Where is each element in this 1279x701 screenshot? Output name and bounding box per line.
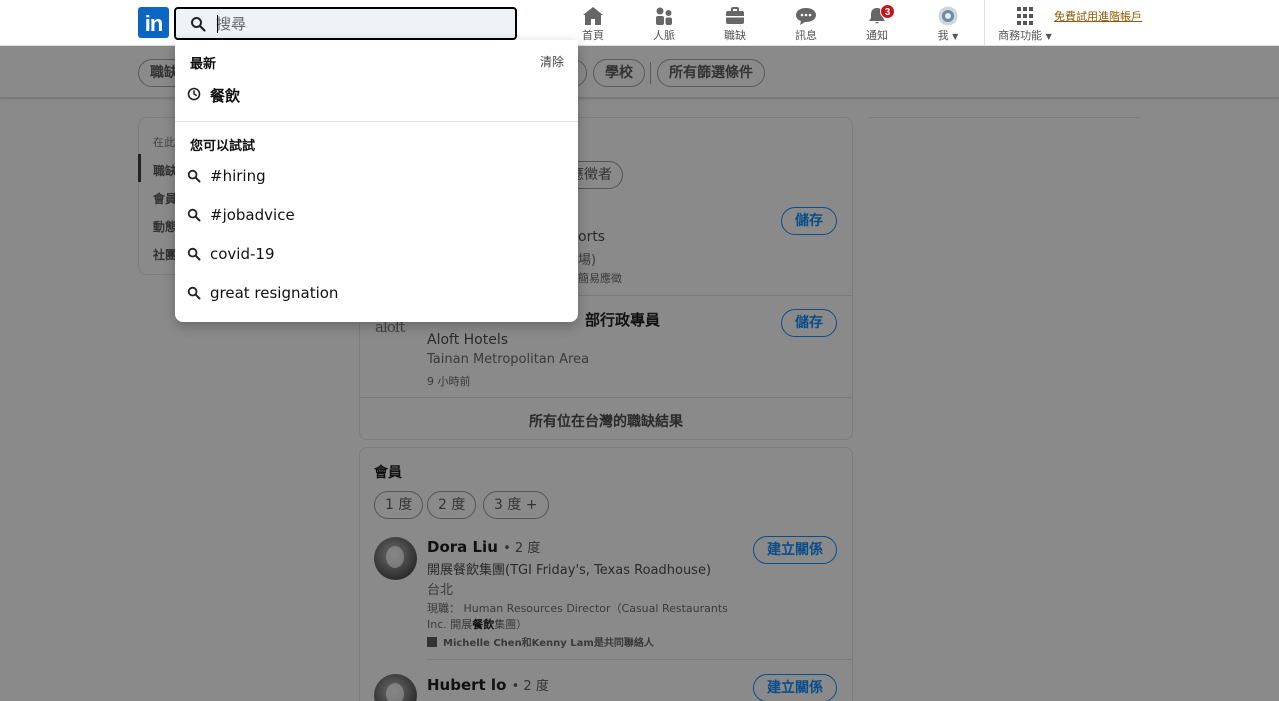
people-icon — [427, 637, 437, 647]
suggestion-item[interactable]: #hiring — [175, 158, 578, 196]
person-current-role-cont: Inc. 開展餐飲集團） — [427, 618, 528, 631]
job2-title[interactable]: 部行政專員 — [585, 309, 660, 330]
home-icon — [583, 7, 603, 25]
degree-filter-2nd[interactable]: 2 度 — [427, 491, 477, 519]
nav-work[interactable]: 商務功能 ▼ — [994, 6, 1056, 42]
chevron-down-icon: ▼ — [952, 32, 959, 41]
jobs-icon — [726, 7, 744, 24]
sidebar-item-people[interactable]: 會員 — [153, 190, 177, 207]
job1-company: orts — [578, 229, 606, 245]
connect-button[interactable]: 建立關係 — [753, 674, 837, 701]
filter-all[interactable]: 所有篩選條件 — [657, 59, 765, 87]
person-headline: 開展餐飲集團(TGI Friday's, Texas Roadhouse) — [427, 563, 712, 578]
job1-location: 場) — [578, 253, 597, 268]
network-icon — [656, 7, 672, 25]
nav-me[interactable]: 我 ▼ — [918, 6, 978, 42]
suggestions-title: 您可以試試 — [190, 139, 256, 154]
search-typeahead-dropdown: 最新 清除 餐飲 您可以試試 #hiring #jobadvice covid-… — [175, 40, 578, 322]
connect-button[interactable]: 建立關係 — [753, 536, 837, 564]
try-premium-link[interactable]: 免費試用進階帳戶 — [1054, 8, 1142, 24]
person-avatar[interactable] — [374, 537, 417, 580]
recent-searches-title: 最新 — [190, 57, 217, 72]
search-icon — [187, 247, 201, 261]
suggestion-label: #hiring — [210, 167, 266, 185]
job1-save-button[interactable]: 儲存 — [781, 207, 837, 235]
nav-network[interactable]: 人脈 — [634, 6, 694, 42]
sidebar-item-posts[interactable]: 動態 — [153, 218, 177, 235]
clock-icon — [187, 87, 201, 101]
nav-notifications-label: 通知 — [866, 29, 888, 42]
degree-filter-1st[interactable]: 1 度 — [374, 491, 424, 519]
recent-search-item[interactable]: 餐飲 — [175, 76, 578, 114]
suggestion-label: covid-19 — [210, 245, 275, 263]
job1-meta: 簡易應徵 — [578, 272, 622, 285]
grid-icon — [1017, 7, 1033, 25]
person-current-role: 現職： Human Resources Director（Casual Rest… — [427, 602, 728, 615]
nav-jobs[interactable]: 職缺 — [705, 6, 765, 42]
avatar — [938, 6, 958, 26]
person-name[interactable]: Hubert lo • 2 度 — [427, 675, 549, 694]
people-section-title: 會員 — [374, 465, 402, 481]
job2-location: Tainan Metropolitan Area — [427, 352, 590, 367]
nav-divider — [984, 0, 985, 46]
nav-jobs-label: 職缺 — [724, 29, 746, 42]
person-divider — [427, 659, 852, 660]
search-icon — [187, 208, 201, 222]
connection-degree: • 2 度 — [511, 679, 549, 694]
nav-home[interactable]: 首頁 — [563, 6, 623, 42]
search-icon — [187, 286, 201, 300]
person-avatar[interactable] — [374, 674, 417, 701]
see-all-divider — [360, 397, 852, 398]
recent-search-label: 餐飲 — [210, 87, 241, 105]
sidebar-item-groups[interactable]: 社團 — [153, 246, 177, 263]
filter-divider — [650, 62, 651, 84]
search-icon — [191, 17, 206, 32]
degree-filter-3rd[interactable]: 3 度 + — [483, 491, 549, 519]
sidebar-heading: 在此 — [153, 136, 175, 149]
connection-degree: • 2 度 — [503, 541, 541, 556]
see-all-jobs-link[interactable]: 所有位在台灣的職缺結果 — [360, 411, 852, 431]
people-results-card: 會員 1 度 2 度 3 度 + Dora Liu • 2 度 開展餐飲集團(T… — [359, 447, 853, 701]
nav-work-label: 商務功能 ▼ — [998, 29, 1052, 42]
suggestion-item[interactable]: great resignation — [175, 275, 578, 313]
person-name[interactable]: Dora Liu • 2 度 — [427, 537, 540, 556]
search-input[interactable] — [216, 14, 506, 34]
nav-notifications[interactable]: 3 通知 — [847, 4, 907, 42]
search-box[interactable] — [174, 7, 517, 40]
dropdown-divider — [175, 121, 578, 122]
sidebar-active-indicator — [138, 154, 141, 182]
messaging-icon — [796, 8, 816, 25]
nav-messaging-label: 訊息 — [795, 29, 817, 42]
nav-network-label: 人脈 — [653, 29, 675, 42]
clear-recent-button[interactable]: 清除 — [540, 53, 564, 70]
suggestion-label: great resignation — [210, 284, 339, 302]
person-location: 台北 — [427, 583, 454, 598]
notification-badge: 3 — [880, 4, 895, 19]
suggestion-item[interactable]: covid-19 — [175, 236, 578, 274]
chevron-down-icon: ▼ — [1045, 32, 1052, 41]
nav-messaging[interactable]: 訊息 — [776, 6, 836, 42]
search-icon — [187, 169, 201, 183]
nav-me-label: 我 ▼ — [937, 29, 959, 42]
text-cursor — [217, 15, 218, 33]
suggestion-item[interactable]: #jobadvice — [175, 197, 578, 235]
job2-company: Aloft Hotels — [427, 332, 509, 348]
sidebar-item-jobs[interactable]: 職缺 — [153, 162, 177, 179]
job2-posted-time: 9 小時前 — [427, 375, 471, 388]
mutual-connections[interactable]: Michelle Chen和Kenny Lam是共同聯絡人 — [427, 634, 654, 649]
linkedin-logo[interactable]: in — [138, 7, 169, 38]
filter-schools[interactable]: 學校 — [593, 59, 645, 87]
suggestion-label: #jobadvice — [210, 206, 295, 224]
job2-save-button[interactable]: 儲存 — [781, 309, 837, 337]
right-rail — [869, 117, 1141, 119]
